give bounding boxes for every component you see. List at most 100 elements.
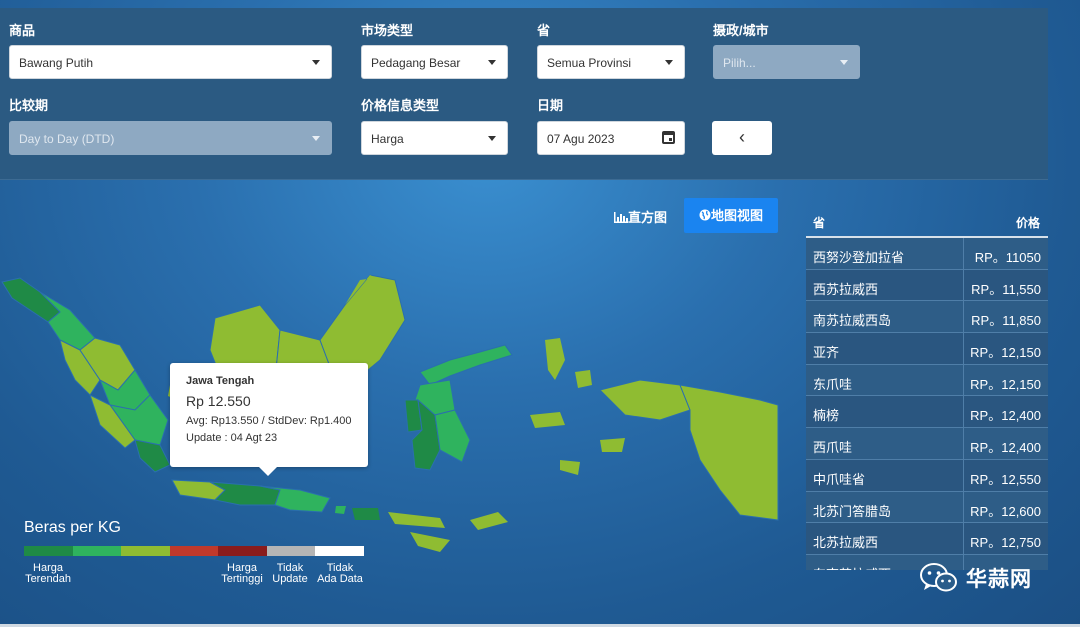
legend-label-no-data: Tidak Ada Data bbox=[317, 562, 363, 585]
map-region-maluku[interactable] bbox=[530, 412, 625, 475]
header-province: 省 bbox=[813, 216, 826, 230]
legend-label-lowest: Harga Terendah bbox=[25, 562, 71, 585]
chevron-down-icon bbox=[312, 136, 320, 141]
price-info-value: Harga bbox=[371, 132, 404, 146]
price-info-label: 价格信息类型 bbox=[361, 98, 440, 113]
market-type-value: Pedagang Besar bbox=[371, 56, 461, 70]
map-region-east-nusa-tenggara[interactable] bbox=[388, 512, 508, 552]
chevron-down-icon bbox=[840, 60, 848, 65]
table-row[interactable]: 北苏门答腊岛 RP。12,600 bbox=[806, 491, 1048, 524]
legend-title: Beras per KG bbox=[24, 519, 121, 536]
legend-swatch bbox=[266, 546, 315, 556]
province-label: 省 bbox=[537, 23, 551, 38]
row-price: RP。11,850 bbox=[971, 313, 1041, 329]
map-region-bali[interactable] bbox=[335, 506, 346, 514]
map-region-west-papua[interactable] bbox=[599, 379, 691, 421]
header-price: 价格 bbox=[1015, 216, 1040, 230]
legend-swatch bbox=[72, 546, 121, 556]
table-row[interactable]: 中爪哇省 RP。12,550 bbox=[806, 459, 1048, 492]
province-select[interactable]: Semua Provinsi bbox=[537, 45, 685, 79]
row-price: RP。12,150 bbox=[970, 376, 1041, 392]
filter-panel: 商品 Bawang Putih 市场类型 Pedagang Besar 省 Se… bbox=[0, 8, 1048, 180]
chevron-down-icon bbox=[665, 60, 673, 65]
chevron-down-icon bbox=[488, 136, 496, 141]
market-type-select[interactable]: Pedagang Besar bbox=[361, 45, 508, 79]
date-value: 07 Agu 2023 bbox=[547, 132, 615, 146]
row-price: RP。12,550 bbox=[970, 471, 1041, 487]
row-price: RP。12,750 bbox=[970, 535, 1041, 551]
table-row[interactable]: 西苏拉威西 RP。11,550 bbox=[806, 269, 1048, 302]
row-province: 楠榜 bbox=[806, 396, 964, 428]
row-price: RP。11050 bbox=[974, 250, 1041, 265]
table-row[interactable]: 楠榜 RP。12,400 bbox=[806, 396, 1048, 429]
row-province: 亚齐 bbox=[806, 333, 964, 364]
map-region-north-maluku[interactable] bbox=[545, 338, 592, 388]
map-tooltip: Jawa Tengah Rp 12.550 Avg: Rp13.550 / St… bbox=[170, 363, 368, 476]
date-input[interactable]: 07 Agu 2023 bbox=[537, 121, 685, 155]
table-row[interactable]: 北苏拉威西 RP。12,750 bbox=[806, 523, 1048, 555]
row-province: 北苏拉威西 bbox=[806, 523, 964, 554]
map-region-southeast-sulawesi[interactable] bbox=[434, 409, 471, 463]
row-price: RP。11,550 bbox=[971, 281, 1041, 297]
histogram-view-button[interactable]: 直方图 bbox=[614, 207, 667, 226]
price-info-select[interactable]: Harga bbox=[361, 121, 508, 155]
map-region-north-sulawesi[interactable] bbox=[419, 344, 513, 386]
chevron-down-icon bbox=[312, 60, 320, 65]
table-row[interactable]: 亚齐 RP。12,150 bbox=[806, 333, 1048, 365]
regency-placeholder: Pilih... bbox=[723, 56, 756, 70]
map-region-lampung[interactable] bbox=[134, 439, 171, 473]
comparison-label: 比较期 bbox=[9, 98, 49, 113]
tooltip-stats: Avg: Rp13.550 / StdDev: Rp1.400 bbox=[186, 415, 352, 427]
legend-label-no-update: Tidak Update bbox=[272, 562, 308, 585]
map-region-west-nusa-tenggara[interactable] bbox=[352, 508, 380, 520]
legend-swatch bbox=[169, 546, 218, 556]
row-price: RP。12,400 bbox=[970, 440, 1041, 456]
legend-color-scale bbox=[24, 546, 364, 556]
row-price: RP。12,400 bbox=[970, 408, 1041, 424]
row-province: 西苏拉威西 bbox=[806, 269, 964, 301]
watermark-text: 华蒜网 bbox=[966, 568, 1032, 591]
row-price: RP。12,150 bbox=[970, 345, 1041, 361]
histogram-view-label: 直方图 bbox=[628, 210, 668, 225]
tooltip-update: Update : 04 Agt 23 bbox=[186, 432, 278, 444]
province-price-table: 省 价格 西努沙登加拉省 RP。11050 西苏拉威西 RP。11,550 南苏拉威西岛… bbox=[806, 200, 1048, 570]
row-province: 东爪哇 bbox=[806, 364, 964, 396]
table-row[interactable]: 南苏拉威西岛 RP。11,850 bbox=[806, 301, 1048, 334]
table-row[interactable]: 西努沙登加拉省 RP。11050 bbox=[806, 238, 1048, 270]
regency-select[interactable]: Pilih... bbox=[713, 45, 860, 79]
map-region-papua[interactable] bbox=[679, 384, 779, 521]
table-header: 省 价格 bbox=[806, 200, 1048, 238]
row-province: 北苏门答腊岛 bbox=[806, 491, 964, 523]
commodity-select[interactable]: Bawang Putih bbox=[9, 45, 332, 79]
row-price: RP。12,600 bbox=[970, 503, 1041, 519]
table-body: 西努沙登加拉省 RP。11050 西苏拉威西 RP。11,550 南苏拉威西岛 RP。11… bbox=[806, 238, 1048, 570]
globe-icon bbox=[699, 209, 711, 221]
comparison-value: Day to Day (DTD) bbox=[19, 132, 115, 146]
watermark: 华蒜网 bbox=[920, 562, 1032, 594]
chevron-down-icon bbox=[488, 60, 496, 65]
commodity-label: 商品 bbox=[9, 23, 36, 38]
tooltip-price: Rp 12.550 bbox=[186, 393, 251, 409]
calendar-icon[interactable] bbox=[662, 131, 675, 144]
table-row[interactable]: 东爪哇 RP。12,150 bbox=[806, 364, 1048, 397]
commodity-value: Bawang Putih bbox=[19, 56, 94, 70]
regency-label: 摄政/城市 bbox=[713, 23, 769, 38]
map-view-button[interactable]: 地图视图 bbox=[684, 198, 778, 233]
tooltip-region: Jawa Tengah bbox=[186, 375, 255, 387]
province-value: Semua Provinsi bbox=[547, 56, 632, 70]
row-province: 西努沙登加拉省 bbox=[806, 238, 964, 269]
legend-swatch bbox=[121, 546, 170, 556]
row-province: 中爪哇省 bbox=[806, 459, 964, 491]
row-province: 西爪哇 bbox=[806, 428, 964, 459]
back-button[interactable]: ‹ bbox=[712, 121, 772, 155]
legend-label-highest: Harga Tertinggi bbox=[221, 562, 263, 585]
legend-swatch bbox=[218, 546, 267, 556]
map-view-label: 地图视图 bbox=[710, 208, 763, 223]
legend-swatch bbox=[24, 546, 73, 556]
comparison-select[interactable]: Day to Day (DTD) bbox=[9, 121, 332, 155]
date-label: 日期 bbox=[537, 98, 564, 113]
table-row[interactable]: 西爪哇 RP。12,400 bbox=[806, 428, 1048, 460]
wechat-icon bbox=[920, 563, 957, 592]
chevron-left-icon: ‹ bbox=[739, 127, 745, 147]
bar-chart-icon bbox=[614, 212, 628, 223]
